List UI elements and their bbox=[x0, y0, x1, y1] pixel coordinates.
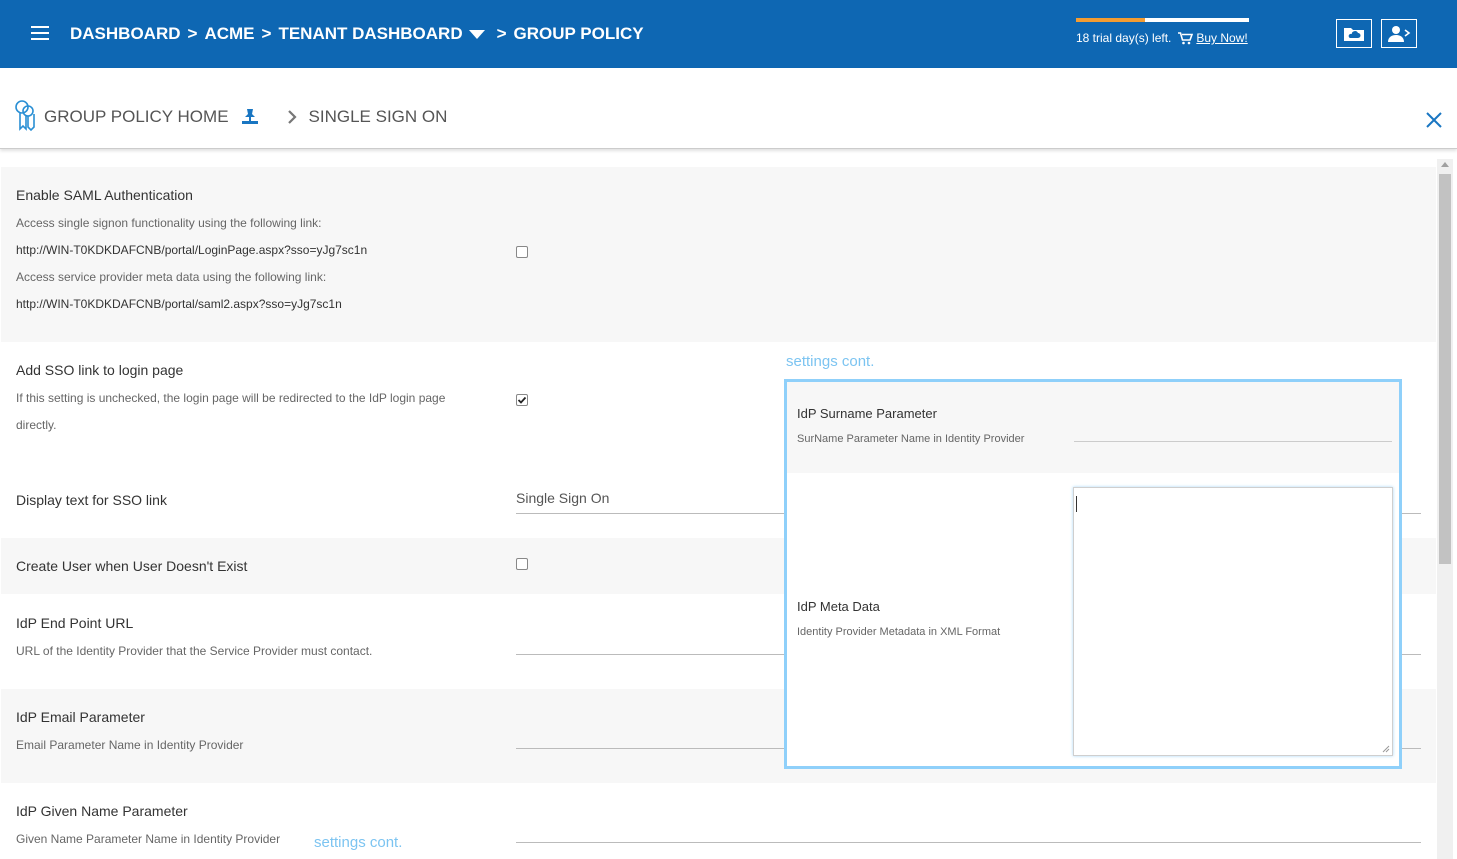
top-navigation-bar: DASHBOARD > ACME > TENANT DASHBOARD > GR… bbox=[0, 0, 1457, 68]
add-sso-link-checkbox[interactable] bbox=[516, 394, 528, 406]
scroll-up-icon[interactable] bbox=[1441, 162, 1449, 167]
idp-surname-input[interactable] bbox=[1074, 441, 1392, 442]
setting-description: Access service provider meta data using … bbox=[16, 270, 327, 284]
buy-now-link[interactable]: Buy Now! bbox=[1196, 31, 1247, 45]
setting-title: IdP End Point URL bbox=[16, 615, 134, 631]
sso-login-link[interactable]: http://WIN-T0KDKDAFCNB/portal/LoginPage.… bbox=[16, 243, 367, 257]
setting-title: Add SSO link to login page bbox=[16, 362, 184, 378]
breadcrumb-tenant-dashboard[interactable]: TENANT DASHBOARD bbox=[278, 24, 462, 44]
folder-cloud-button[interactable] bbox=[1336, 19, 1372, 48]
setting-description: URL of the Identity Provider that the Se… bbox=[16, 644, 373, 658]
enable-saml-checkbox[interactable] bbox=[516, 246, 528, 258]
trial-progress-bar bbox=[1076, 18, 1249, 22]
vertical-scrollbar[interactable] bbox=[1437, 159, 1453, 859]
breadcrumb-separator: > bbox=[496, 24, 507, 43]
create-user-checkbox[interactable] bbox=[516, 558, 528, 570]
idp-metadata-textarea[interactable] bbox=[1073, 487, 1393, 756]
setting-title: Display text for SSO link bbox=[16, 492, 167, 508]
setting-title: IdP Meta Data bbox=[797, 599, 880, 614]
breadcrumb: DASHBOARD > ACME > TENANT DASHBOARD > GR… bbox=[70, 23, 644, 45]
setting-title: IdP Given Name Parameter bbox=[16, 803, 188, 819]
trial-days-text: 18 trial day(s) left. bbox=[1076, 31, 1172, 45]
setting-title: IdP Email Parameter bbox=[16, 709, 145, 725]
setting-idp-surname: IdP Surname Parameter SurName Parameter … bbox=[787, 382, 1399, 473]
setting-title: Enable SAML Authentication bbox=[16, 187, 193, 203]
user-switch-icon bbox=[1388, 25, 1411, 42]
sp-metadata-link[interactable]: http://WIN-T0KDKDAFCNB/portal/saml2.aspx… bbox=[16, 297, 342, 311]
cart-icon[interactable] bbox=[1178, 31, 1194, 45]
setting-idp-given-name: IdP Given Name Parameter Given Name Para… bbox=[1, 783, 1436, 859]
setting-description: directly. bbox=[16, 418, 57, 432]
setting-title: IdP Surname Parameter bbox=[797, 406, 937, 421]
current-page-label: SINGLE SIGN ON bbox=[308, 107, 448, 126]
idp-given-name-input[interactable] bbox=[516, 842, 1421, 843]
setting-description: Email Parameter Name in Identity Provide… bbox=[16, 738, 244, 752]
folder-cloud-icon bbox=[1344, 27, 1364, 41]
resize-grip-icon[interactable] bbox=[1382, 745, 1390, 753]
close-icon[interactable] bbox=[1425, 111, 1443, 129]
breadcrumb-separator: > bbox=[261, 24, 272, 43]
setting-title: Create User when User Doesn't Exist bbox=[16, 558, 248, 574]
pin-icon[interactable] bbox=[241, 108, 259, 126]
text-cursor bbox=[1076, 496, 1077, 512]
caret-down-icon[interactable] bbox=[468, 29, 485, 39]
breadcrumb-acme[interactable]: ACME bbox=[204, 24, 254, 44]
settings-continued-panel: IdP Surname Parameter SurName Parameter … bbox=[784, 379, 1402, 769]
scroll-thumb[interactable] bbox=[1439, 174, 1451, 564]
menu-icon[interactable] bbox=[31, 26, 49, 40]
group-policy-icon bbox=[15, 100, 35, 132]
chevron-right-icon bbox=[287, 110, 297, 124]
trial-status: 18 trial day(s) left. Buy Now! bbox=[1076, 18, 1249, 45]
checkmark-icon bbox=[517, 396, 527, 404]
setting-description: If this setting is unchecked, the login … bbox=[16, 391, 446, 405]
overlay-title: settings cont. bbox=[786, 353, 875, 370]
setting-description: Access single signon functionality using… bbox=[16, 216, 322, 230]
user-switch-button[interactable] bbox=[1381, 19, 1417, 48]
group-policy-home-link[interactable]: GROUP POLICY HOME bbox=[44, 107, 229, 127]
setting-enable-saml: Enable SAML Authentication Access single… bbox=[1, 167, 1436, 342]
display-text-value[interactable]: Single Sign On bbox=[516, 490, 609, 506]
setting-description: SurName Parameter Name in Identity Provi… bbox=[797, 433, 1025, 445]
breadcrumb-dashboard[interactable]: DASHBOARD bbox=[70, 24, 181, 44]
sub-breadcrumb: GROUP POLICY HOME SINGLE SIGN ON bbox=[44, 107, 447, 127]
breadcrumb-separator: > bbox=[187, 24, 198, 43]
settings-continued-label: settings cont. bbox=[314, 834, 403, 851]
breadcrumb-group-policy: GROUP POLICY bbox=[513, 24, 644, 43]
setting-description: Given Name Parameter Name in Identity Pr… bbox=[16, 832, 281, 846]
trial-progress-fill bbox=[1076, 18, 1146, 22]
setting-description: Identity Provider Metadata in XML Format bbox=[797, 626, 1001, 638]
